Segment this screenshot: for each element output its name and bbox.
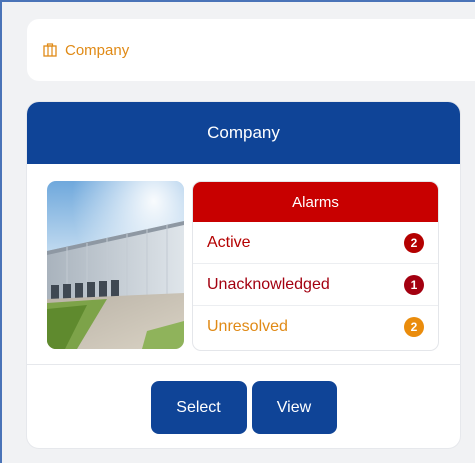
warehouse-building-photo — [47, 181, 184, 349]
card-actions: Select View — [27, 381, 460, 434]
alarm-label: Unresolved — [207, 318, 288, 335]
alarms-title: Alarms — [193, 182, 438, 222]
company-card: Company Alarms Active 2 Unacknowledged 1… — [27, 102, 460, 448]
alarm-row-unresolved[interactable]: Unresolved 2 — [193, 306, 438, 348]
alarm-label: Active — [207, 233, 251, 251]
alarm-row-unacknowledged[interactable]: Unacknowledged 1 — [193, 264, 438, 306]
alarm-count-badge: 2 — [404, 232, 424, 253]
breadcrumb: Company — [27, 19, 475, 81]
alarm-row-active[interactable]: Active 2 — [193, 222, 438, 264]
alarm-count-badge: 2 — [404, 317, 424, 337]
breadcrumb-item-company[interactable]: Company — [65, 42, 129, 59]
view-button[interactable]: View — [251, 381, 337, 434]
card-divider — [27, 364, 460, 365]
select-button[interactable]: Select — [150, 381, 247, 434]
alarms-panel: Alarms Active 2 Unacknowledged 1 Unresol… — [192, 181, 439, 351]
card-title: Company — [27, 102, 460, 164]
alarm-count-badge: 1 — [404, 274, 424, 295]
building-icon — [43, 43, 57, 57]
alarm-label: Unacknowledged — [207, 275, 330, 293]
